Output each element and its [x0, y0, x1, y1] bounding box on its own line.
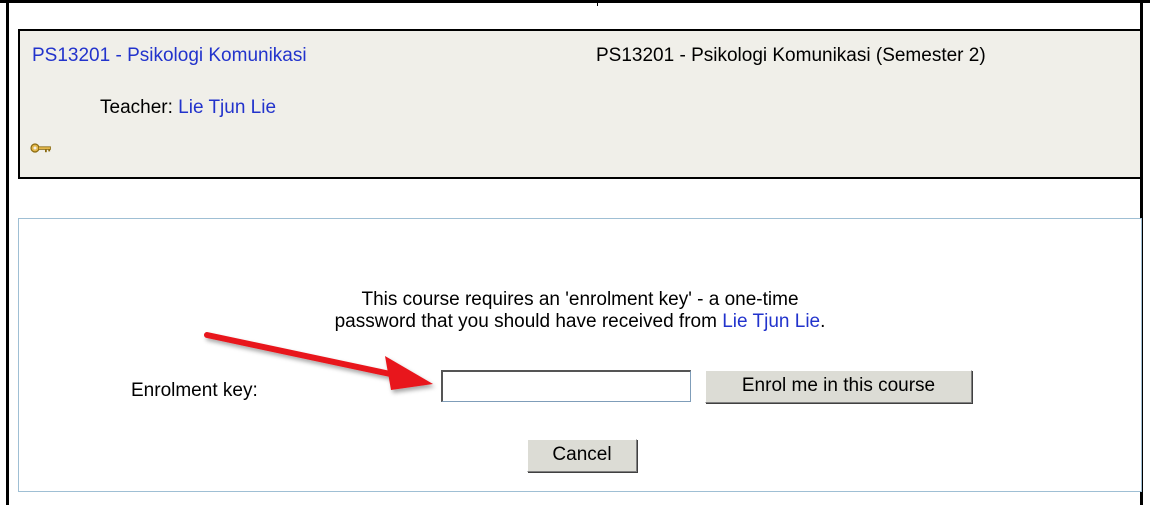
enrolment-box: This course requires an 'enrolment key' …	[18, 218, 1142, 492]
course-info-box: PS13201 - Psikologi Komunikasi PS13201 -…	[18, 29, 1142, 179]
red-arrow-annotation	[204, 332, 433, 390]
key-icon	[30, 143, 51, 153]
enrolment-message-line2: password that you should have received f…	[19, 311, 1141, 333]
enrolment-message-line1: This course requires an 'enrolment key' …	[361, 289, 799, 310]
teacher-label: Teacher:	[100, 97, 173, 118]
enrolment-teacher-link[interactable]: Lie Tjun Lie	[722, 311, 820, 332]
enrolment-message: This course requires an 'enrolment key' …	[19, 289, 1141, 333]
course-short-name-link[interactable]: PS13201 - Psikologi Komunikasi	[32, 45, 307, 67]
cancel-button[interactable]: Cancel	[527, 439, 637, 472]
course-full-name: PS13201 - Psikologi Komunikasi (Semester…	[596, 45, 986, 66]
enrolment-message-suffix: .	[820, 311, 826, 332]
top-tick	[597, 0, 598, 6]
left-border	[6, 0, 9, 505]
teacher-name-link[interactable]: Lie Tjun Lie	[178, 97, 276, 118]
enrol-button[interactable]: Enrol me in this course	[705, 370, 972, 403]
top-border	[0, 0, 1150, 3]
teacher-line: Teacher: Lie Tjun Lie	[100, 97, 276, 119]
enrolment-key-input[interactable]	[441, 370, 691, 402]
